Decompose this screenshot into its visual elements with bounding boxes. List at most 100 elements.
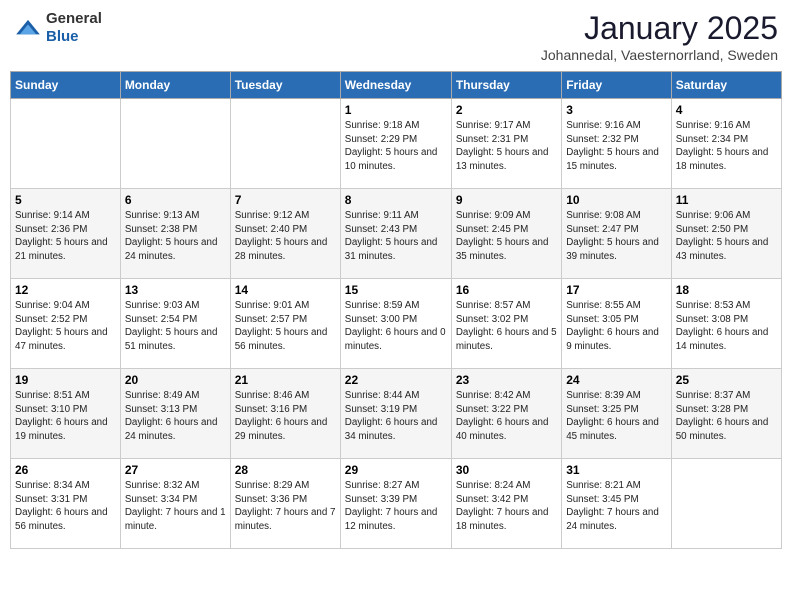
day-header-wednesday: Wednesday: [340, 72, 451, 99]
day-info: Sunrise: 8:32 AM Sunset: 3:34 PM Dayligh…: [125, 479, 226, 534]
day-number: 23: [456, 373, 557, 387]
day-number: 26: [15, 463, 116, 477]
day-number: 24: [566, 373, 667, 387]
day-cell: 28 Sunrise: 8:29 AM Sunset: 3:36 PM Dayli…: [230, 459, 340, 549]
day-cell: 19Sunrise: 8:51 AM Sunset: 3:10 PM Dayli…: [11, 369, 121, 459]
day-cell: 30Sunrise: 8:24 AM Sunset: 3:42 PM Dayli…: [451, 459, 561, 549]
day-info: Sunrise: 8:59 AM Sunset: 3:00 PM Dayligh…: [345, 299, 447, 354]
day-cell: 21 Sunrise: 8:46 AM Sunset: 3:16 PM Dayli…: [230, 369, 340, 459]
page-header: General Blue January 2025 Johannedal, Va…: [10, 10, 782, 63]
day-cell: 31 Sunrise: 8:21 AM Sunset: 3:45 PM Dayli…: [562, 459, 672, 549]
day-info: Sunrise: 8:21 AM Sunset: 3:45 PM Dayligh…: [566, 479, 667, 534]
day-number: 6: [125, 193, 226, 207]
day-cell: 11Sunrise: 9:06 AM Sunset: 2:50 PM Dayli…: [671, 189, 781, 279]
day-number: 29: [345, 463, 447, 477]
day-number: 3: [566, 103, 667, 117]
day-info: Sunrise: 8:44 AM Sunset: 3:19 PM Dayligh…: [345, 389, 447, 444]
day-cell: 6Sunrise: 9:13 AM Sunset: 2:38 PM Daylig…: [120, 189, 230, 279]
day-cell: 29 Sunrise: 8:27 AM Sunset: 3:39 PM Dayli…: [340, 459, 451, 549]
day-cell: [671, 459, 781, 549]
day-number: 5: [15, 193, 116, 207]
day-number: 9: [456, 193, 557, 207]
day-header-monday: Monday: [120, 72, 230, 99]
day-cell: 16 Sunrise: 8:57 AM Sunset: 3:02 PM Dayli…: [451, 279, 561, 369]
day-number: 22: [345, 373, 447, 387]
day-number: 18: [676, 283, 777, 297]
location: Johannedal, Vaesternorrland, Sweden: [541, 47, 778, 63]
day-number: 21: [235, 373, 336, 387]
day-info: Sunrise: 8:57 AM Sunset: 3:02 PM Dayligh…: [456, 299, 557, 354]
days-header-row: SundayMondayTuesdayWednesdayThursdayFrid…: [11, 72, 782, 99]
day-info: Sunrise: 9:01 AM Sunset: 2:57 PM Dayligh…: [235, 299, 336, 354]
day-number: 14: [235, 283, 336, 297]
day-number: 28: [235, 463, 336, 477]
week-row-1: 1Sunrise: 9:18 AM Sunset: 2:29 PM Daylig…: [11, 99, 782, 189]
day-cell: 18 Sunrise: 8:53 AM Sunset: 3:08 PM Dayli…: [671, 279, 781, 369]
day-info: Sunrise: 8:34 AM Sunset: 3:31 PM Dayligh…: [15, 479, 116, 534]
day-cell: 4Sunrise: 9:16 AM Sunset: 2:34 PM Daylig…: [671, 99, 781, 189]
day-number: 7: [235, 193, 336, 207]
day-number: 25: [676, 373, 777, 387]
day-info: Sunrise: 9:14 AM Sunset: 2:36 PM Dayligh…: [15, 209, 116, 264]
day-cell: 3 Sunrise: 9:16 AM Sunset: 2:32 PM Daylig…: [562, 99, 672, 189]
day-number: 30: [456, 463, 557, 477]
week-row-3: 12Sunrise: 9:04 AM Sunset: 2:52 PM Dayli…: [11, 279, 782, 369]
title-block: January 2025 Johannedal, Vaesternorrland…: [541, 10, 778, 63]
logo-icon: [14, 18, 42, 38]
day-header-thursday: Thursday: [451, 72, 561, 99]
day-info: Sunrise: 9:17 AM Sunset: 2:31 PM Dayligh…: [456, 119, 557, 174]
day-header-tuesday: Tuesday: [230, 72, 340, 99]
day-number: 2: [456, 103, 557, 117]
day-header-saturday: Saturday: [671, 72, 781, 99]
day-info: Sunrise: 9:04 AM Sunset: 2:52 PM Dayligh…: [15, 299, 116, 354]
day-cell: 12Sunrise: 9:04 AM Sunset: 2:52 PM Dayli…: [11, 279, 121, 369]
day-cell: 2 Sunrise: 9:17 AM Sunset: 2:31 PM Daylig…: [451, 99, 561, 189]
day-info: Sunrise: 8:42 AM Sunset: 3:22 PM Dayligh…: [456, 389, 557, 444]
day-cell: 10Sunrise: 9:08 AM Sunset: 2:47 PM Dayli…: [562, 189, 672, 279]
day-number: 13: [125, 283, 226, 297]
day-number: 17: [566, 283, 667, 297]
month-title: January 2025: [541, 10, 778, 47]
week-row-4: 19Sunrise: 8:51 AM Sunset: 3:10 PM Dayli…: [11, 369, 782, 459]
day-cell: 22 Sunrise: 8:44 AM Sunset: 3:19 PM Dayli…: [340, 369, 451, 459]
day-cell: 9 Sunrise: 9:09 AM Sunset: 2:45 PM Daylig…: [451, 189, 561, 279]
day-cell: 14 Sunrise: 9:01 AM Sunset: 2:57 PM Dayli…: [230, 279, 340, 369]
day-number: 20: [125, 373, 226, 387]
day-info: Sunrise: 8:51 AM Sunset: 3:10 PM Dayligh…: [15, 389, 116, 444]
day-info: Sunrise: 9:08 AM Sunset: 2:47 PM Dayligh…: [566, 209, 667, 264]
day-cell: 17Sunrise: 8:55 AM Sunset: 3:05 PM Dayli…: [562, 279, 672, 369]
day-info: Sunrise: 8:46 AM Sunset: 3:16 PM Dayligh…: [235, 389, 336, 444]
day-cell: [11, 99, 121, 189]
day-cell: 27 Sunrise: 8:32 AM Sunset: 3:34 PM Dayli…: [120, 459, 230, 549]
day-info: Sunrise: 9:12 AM Sunset: 2:40 PM Dayligh…: [235, 209, 336, 264]
week-row-2: 5 Sunrise: 9:14 AM Sunset: 2:36 PM Daylig…: [11, 189, 782, 279]
day-info: Sunrise: 9:11 AM Sunset: 2:43 PM Dayligh…: [345, 209, 447, 264]
day-info: Sunrise: 9:16 AM Sunset: 2:34 PM Dayligh…: [676, 119, 777, 174]
logo-general: General: [46, 10, 102, 27]
day-info: Sunrise: 8:29 AM Sunset: 3:36 PM Dayligh…: [235, 479, 336, 534]
day-cell: [230, 99, 340, 189]
day-info: Sunrise: 9:09 AM Sunset: 2:45 PM Dayligh…: [456, 209, 557, 264]
day-info: Sunrise: 8:53 AM Sunset: 3:08 PM Dayligh…: [676, 299, 777, 354]
day-info: Sunrise: 9:16 AM Sunset: 2:32 PM Dayligh…: [566, 119, 667, 174]
day-cell: 23 Sunrise: 8:42 AM Sunset: 3:22 PM Dayli…: [451, 369, 561, 459]
day-cell: 20 Sunrise: 8:49 AM Sunset: 3:13 PM Dayli…: [120, 369, 230, 459]
day-cell: 15 Sunrise: 8:59 AM Sunset: 3:00 PM Dayli…: [340, 279, 451, 369]
logo: General Blue: [14, 10, 102, 46]
day-info: Sunrise: 9:18 AM Sunset: 2:29 PM Dayligh…: [345, 119, 447, 174]
day-info: Sunrise: 8:49 AM Sunset: 3:13 PM Dayligh…: [125, 389, 226, 444]
day-info: Sunrise: 8:27 AM Sunset: 3:39 PM Dayligh…: [345, 479, 447, 534]
calendar-table: SundayMondayTuesdayWednesdayThursdayFrid…: [10, 71, 782, 549]
day-number: 31: [566, 463, 667, 477]
day-info: Sunrise: 9:06 AM Sunset: 2:50 PM Dayligh…: [676, 209, 777, 264]
day-number: 15: [345, 283, 447, 297]
day-info: Sunrise: 8:39 AM Sunset: 3:25 PM Dayligh…: [566, 389, 667, 444]
day-info: Sunrise: 8:37 AM Sunset: 3:28 PM Dayligh…: [676, 389, 777, 444]
day-cell: 7 Sunrise: 9:12 AM Sunset: 2:40 PM Daylig…: [230, 189, 340, 279]
day-cell: [120, 99, 230, 189]
day-cell: 26 Sunrise: 8:34 AM Sunset: 3:31 PM Dayli…: [11, 459, 121, 549]
week-row-5: 26 Sunrise: 8:34 AM Sunset: 3:31 PM Dayli…: [11, 459, 782, 549]
day-number: 16: [456, 283, 557, 297]
day-number: 27: [125, 463, 226, 477]
day-info: Sunrise: 9:03 AM Sunset: 2:54 PM Dayligh…: [125, 299, 226, 354]
